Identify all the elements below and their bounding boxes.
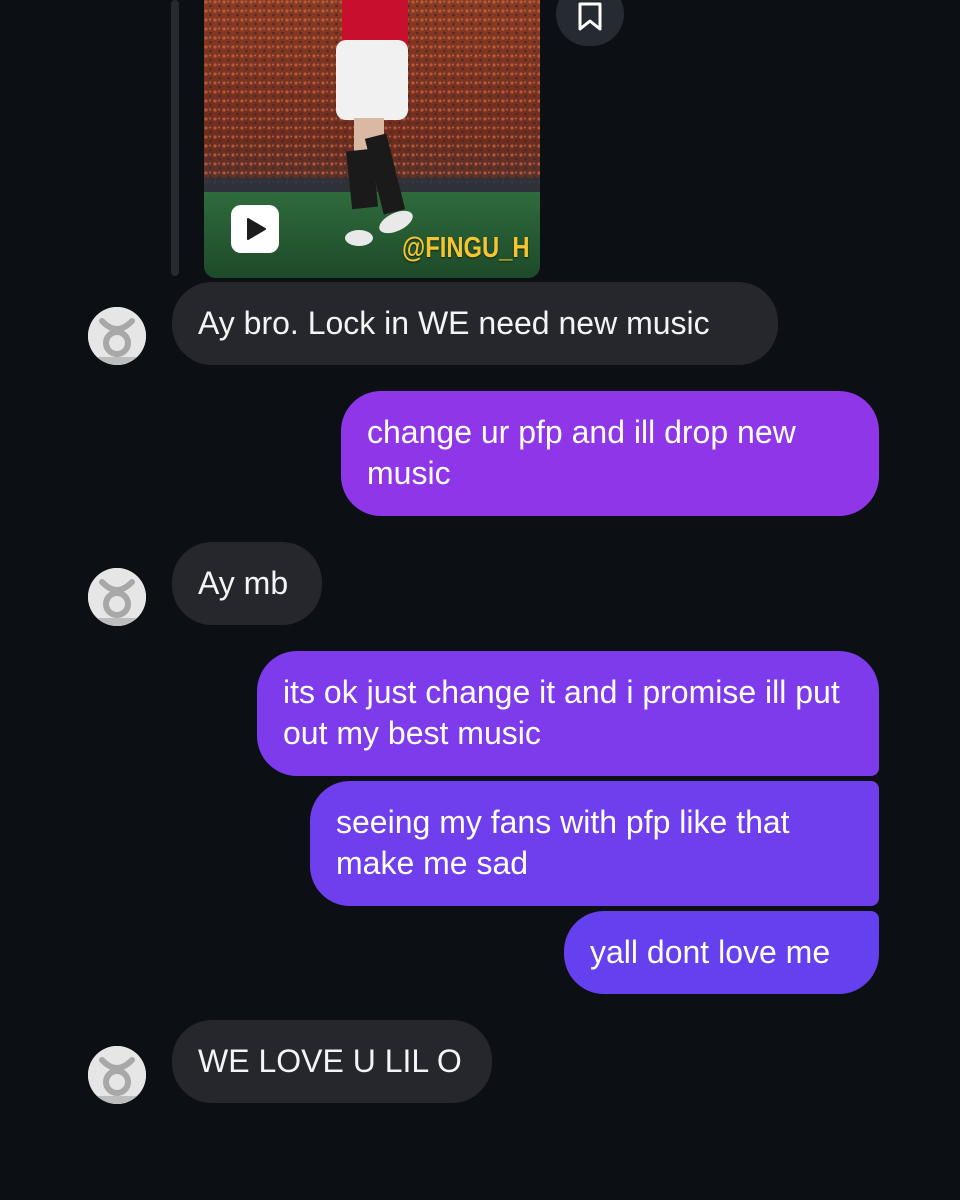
reply-thread-line <box>171 0 179 276</box>
bookmark-icon <box>578 2 602 31</box>
taurus-symbol-icon <box>88 307 146 365</box>
message-bubble-outgoing[interactable]: seeing my fans with pfp like that make m… <box>310 781 879 906</box>
message-bubble-outgoing[interactable]: yall dont love me <box>564 911 879 994</box>
message-text: yall dont love me <box>590 934 831 970</box>
message-text: its ok just change it and i promise ill … <box>283 674 840 751</box>
taurus-symbol-icon <box>88 1046 146 1104</box>
message-bubble-outgoing[interactable]: its ok just change it and i promise ill … <box>257 651 879 776</box>
message-text: Ay mb <box>198 565 289 601</box>
message-bubble-incoming[interactable]: Ay bro. Lock in WE need new music <box>172 282 778 365</box>
play-icon <box>247 218 266 240</box>
post-watermark: @FINGU_H <box>402 232 530 264</box>
message-bubble-outgoing[interactable]: change ur pfp and ill drop new music <box>341 391 879 516</box>
taurus-symbol-icon <box>88 568 146 626</box>
message-text: WE LOVE U LIL O <box>198 1043 462 1079</box>
message-text: Ay bro. Lock in WE need new music <box>198 305 710 341</box>
save-post-button[interactable] <box>556 0 624 46</box>
avatar[interactable] <box>88 1046 146 1104</box>
avatar[interactable] <box>88 568 146 626</box>
message-text: seeing my fans with pfp like that make m… <box>336 804 790 881</box>
play-button[interactable] <box>231 205 279 253</box>
dm-thread: @FINGU_H Ay bro. Lock in WE need new mus… <box>0 0 960 1200</box>
avatar[interactable] <box>88 307 146 365</box>
message-text: change ur pfp and ill drop new music <box>367 414 796 491</box>
message-bubble-incoming[interactable]: Ay mb <box>172 542 322 625</box>
message-bubble-incoming[interactable]: WE LOVE U LIL O <box>172 1020 492 1103</box>
